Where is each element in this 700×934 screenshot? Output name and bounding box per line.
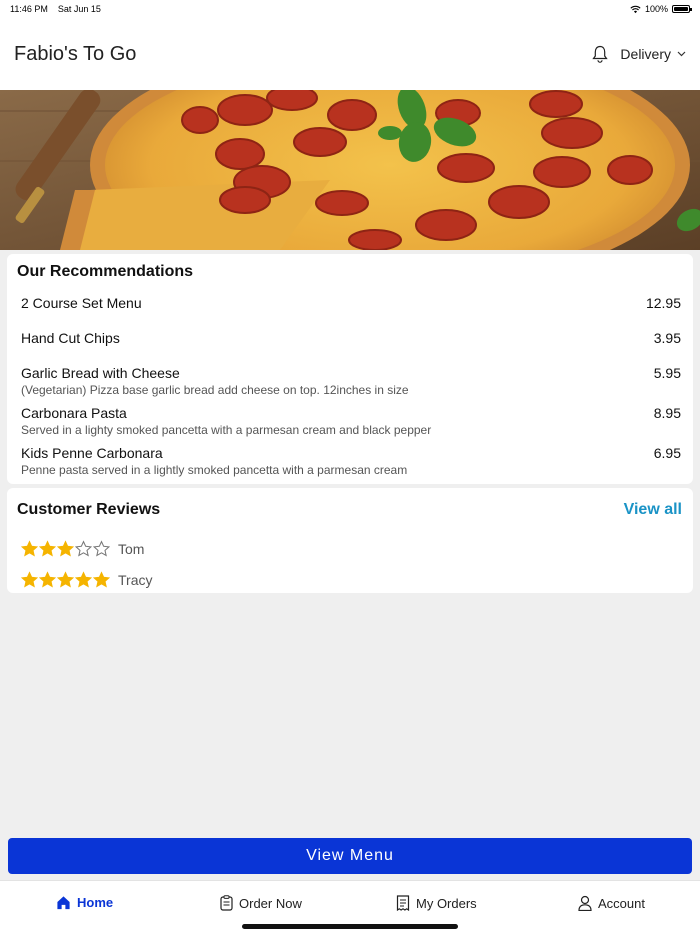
battery-icon xyxy=(672,5,692,13)
chevron-down-icon xyxy=(677,51,686,57)
status-time: 11:46 PM xyxy=(10,4,48,14)
tab-account[interactable]: Account xyxy=(578,895,645,911)
home-icon xyxy=(57,896,70,910)
star-filled-icon xyxy=(21,571,38,588)
review-row[interactable]: Tracy xyxy=(21,571,152,588)
tab-label: Account xyxy=(598,895,645,911)
reviewer-name: Tracy xyxy=(118,571,153,588)
menu-item-description: Served in a lighty smoked pancetta with … xyxy=(21,423,432,437)
menu-item-price: 3.95 xyxy=(653,330,681,346)
menu-item-description: Penne pasta served in a lightly smoked p… xyxy=(21,463,408,477)
page-title: Fabio's To Go xyxy=(14,42,137,65)
menu-item[interactable]: 2 Course Set Menu 12.95 xyxy=(21,295,681,311)
delivery-label: Delivery xyxy=(620,46,671,62)
app-header: Fabio's To Go Delivery xyxy=(0,18,700,90)
tab-label: My Orders xyxy=(416,895,477,911)
tab-label: Home xyxy=(77,895,114,910)
star-empty-icon xyxy=(93,540,110,557)
menu-item-name: Garlic Bread with Cheese xyxy=(21,365,180,381)
recommendations-card: Our Recommendations 2 Course Set Menu 12… xyxy=(7,254,693,484)
menu-item-name: Hand Cut Chips xyxy=(21,330,120,346)
recommendations-title: Our Recommendations xyxy=(17,263,194,280)
menu-item-name: Carbonara Pasta xyxy=(21,405,127,421)
star-filled-icon xyxy=(39,540,56,557)
review-row[interactable]: Tom xyxy=(21,540,144,557)
person-icon xyxy=(578,895,592,911)
home-indicator xyxy=(242,924,458,929)
menu-item-price: 5.95 xyxy=(653,365,681,381)
menu-item-name: 2 Course Set Menu xyxy=(21,295,142,311)
clipboard-icon xyxy=(220,895,233,911)
star-filled-icon xyxy=(75,571,92,588)
star-filled-icon xyxy=(21,540,38,557)
status-right: 100% xyxy=(630,4,692,14)
status-date: Sat Jun 15 xyxy=(57,4,101,14)
menu-item-price: 8.95 xyxy=(653,405,681,421)
reviews-card: Customer Reviews View all Tom Tracy xyxy=(7,488,693,593)
tab-my-orders[interactable]: My Orders xyxy=(396,895,477,911)
bell-icon[interactable] xyxy=(590,44,610,64)
reviews-title: Customer Reviews xyxy=(17,501,161,518)
menu-item-price: 12.95 xyxy=(645,295,681,311)
star-filled-icon xyxy=(39,571,56,588)
menu-item[interactable]: Carbonara Pasta Served in a lighty smoke… xyxy=(21,405,681,437)
tab-home[interactable]: Home xyxy=(56,895,113,910)
star-empty-icon xyxy=(75,540,92,557)
menu-item-name: Kids Penne Carbonara xyxy=(21,445,163,461)
star-filled-icon xyxy=(57,571,74,588)
view-all-reviews-link[interactable]: View all xyxy=(624,501,682,519)
menu-item[interactable]: Hand Cut Chips 3.95 xyxy=(21,330,681,346)
menu-item-description: (Vegetarian) Pizza base garlic bread add… xyxy=(21,383,409,397)
tab-label: Order Now xyxy=(239,895,302,911)
view-menu-button[interactable]: View Menu xyxy=(8,838,692,874)
star-filled-icon xyxy=(57,540,74,557)
hero-pizza-image xyxy=(0,90,700,250)
status-bar: 11:46 PM Sat Jun 15 100% xyxy=(0,0,700,18)
wifi-icon xyxy=(630,5,641,13)
menu-item-price: 6.95 xyxy=(653,445,681,461)
menu-item[interactable]: Kids Penne Carbonara Penne pasta served … xyxy=(21,445,681,477)
receipt-icon xyxy=(396,895,410,911)
star-rating xyxy=(21,540,110,557)
menu-item[interactable]: Garlic Bread with Cheese (Vegetarian) Pi… xyxy=(21,365,681,397)
tab-order-now[interactable]: Order Now xyxy=(220,895,302,911)
star-filled-icon xyxy=(93,571,110,588)
delivery-selector[interactable]: Delivery xyxy=(620,46,686,62)
reviewer-name: Tom xyxy=(118,540,145,557)
star-rating xyxy=(21,571,110,588)
battery-percent: 100% xyxy=(644,4,668,14)
